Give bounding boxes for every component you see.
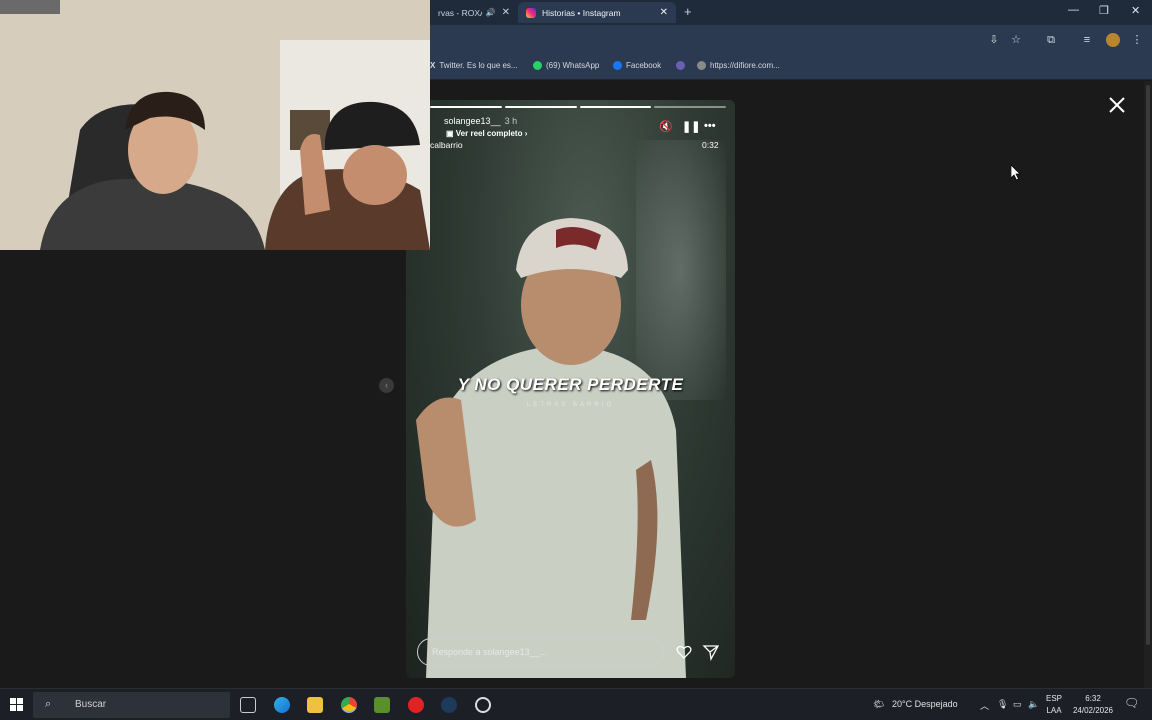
file-explorer-icon[interactable] — [307, 697, 323, 713]
profile-avatar[interactable] — [1106, 33, 1120, 47]
media-control-icon[interactable]: ≡ — [1080, 33, 1094, 47]
globe-icon — [697, 61, 706, 70]
lyric-caption: Y NO QUERER PERDERTE — [457, 375, 684, 394]
story-music-label[interactable]: calbarrio — [430, 140, 463, 150]
streaming-app-icon[interactable] — [408, 697, 424, 713]
progress-segment — [430, 106, 502, 108]
clock-date: 24/02/2026 — [1072, 706, 1114, 715]
progress-segment — [654, 106, 726, 108]
story-header: solangee13__ 3 h — [444, 116, 517, 126]
x-icon: X — [430, 61, 436, 70]
task-view-icon[interactable] — [240, 697, 256, 713]
system-clock[interactable]: 6:32 24/02/2026 — [1066, 693, 1120, 717]
tab-roxana[interactable]: rvas - ROXANA 🔊 ✕ — [430, 2, 518, 23]
bookmark-difiore[interactable]: https://difiore.com... — [697, 61, 780, 70]
reel-link-label: Ver reel completo — [455, 129, 523, 138]
shield-icon — [676, 61, 685, 70]
volume-icon[interactable]: 🔈 — [1028, 699, 1039, 710]
nvidia-icon[interactable] — [374, 697, 390, 713]
clock-time: 6:32 — [1085, 694, 1101, 703]
steam-icon[interactable] — [441, 697, 457, 713]
chevron-right-icon: › — [522, 129, 528, 138]
install-app-icon[interactable]: ⇩ — [987, 33, 1001, 47]
facebook-icon — [613, 61, 622, 70]
story-duration: 0:32 — [702, 140, 719, 150]
lyric-watermark: LETRAS BARRIO — [526, 402, 614, 408]
previous-story-button[interactable]: ‹ — [379, 378, 394, 393]
close-window-button[interactable]: ✕ — [1131, 4, 1140, 17]
chevron-up-icon[interactable]: ︿ — [980, 699, 989, 712]
scrollbar-thumb[interactable] — [1146, 85, 1150, 645]
instagram-icon — [526, 7, 536, 18]
bookmark-label: Facebook — [626, 61, 662, 70]
heart-icon[interactable] — [675, 643, 693, 661]
muted-speaker-icon[interactable]: 🔇 — [659, 120, 673, 133]
reply-input[interactable]: Responde a solangee13__... — [417, 638, 664, 666]
search-icon: ⌕ — [45, 698, 52, 710]
maximize-button[interactable]: ❐ — [1099, 4, 1109, 17]
story-username[interactable]: solangee13__ — [444, 116, 501, 126]
story-progress-bar — [430, 106, 726, 108]
menu-icon[interactable]: ⋮ — [1130, 33, 1144, 47]
taskbar-search-input[interactable]: ⌕ Buscar — [33, 692, 230, 718]
webcam-overlay — [0, 0, 430, 250]
tab-label: rvas - ROXANA — [438, 7, 482, 18]
reel-icon: ▣ — [446, 129, 456, 138]
close-tab-icon[interactable]: ✕ — [502, 7, 510, 18]
notifications-icon[interactable]: 🗨 — [1124, 696, 1139, 710]
pause-icon[interactable]: ❚❚ — [682, 120, 700, 133]
bookmark-facebook[interactable]: Facebook — [613, 61, 661, 70]
bookmark-whatsapp[interactable]: (69) WhatsApp — [533, 61, 599, 70]
more-options-icon[interactable]: ••• — [704, 120, 716, 132]
tab-instagram-stories[interactable]: Historias • Instagram ✕ — [518, 2, 676, 23]
close-stories-icon[interactable] — [1108, 96, 1126, 114]
story-time: 3 h — [504, 116, 518, 126]
close-tab-icon[interactable]: ✕ — [660, 7, 668, 18]
minimize-button[interactable]: — — [1068, 4, 1079, 16]
obs-icon[interactable] — [475, 697, 491, 713]
microphone-icon[interactable]: 🎙 — [997, 699, 1008, 710]
weather-label[interactable]: 20°C Despejado — [892, 699, 958, 709]
language-indicator[interactable]: ESP LAA — [1040, 693, 1068, 717]
new-tab-button[interactable]: + — [684, 4, 692, 19]
page-scrollbar[interactable] — [1144, 81, 1152, 688]
send-icon[interactable] — [702, 643, 720, 661]
whatsapp-icon — [533, 61, 542, 70]
progress-segment — [579, 106, 652, 108]
bookmark-shield[interactable] — [676, 61, 689, 70]
windows-start-icon[interactable] — [10, 698, 23, 711]
language-code: ESP — [1045, 694, 1062, 703]
edge-icon[interactable] — [274, 697, 290, 713]
speaker-icon[interactable]: 🔊 — [486, 8, 496, 17]
bookmark-star-icon[interactable]: ☆ — [1009, 33, 1023, 47]
network-icon[interactable]: ▭ — [1013, 699, 1022, 710]
view-full-reel-link[interactable]: ▣ Ver reel completo › — [446, 129, 527, 138]
bookmark-label: (69) WhatsApp — [546, 61, 600, 70]
windows-taskbar: ⌕ Buscar 🌤 20°C Despejado ︿ 🎙 ▭ 🔈 ESP LA… — [0, 688, 1152, 720]
bookmark-twitter[interactable]: X Twitter. Es lo que es... — [430, 61, 518, 70]
story-viewer[interactable]: solangee13__ 3 h ▣ Ver reel completo › ca… — [406, 100, 735, 678]
chrome-icon[interactable] — [341, 697, 357, 713]
mouse-cursor-icon — [1011, 165, 1021, 181]
bookmark-label: https://difiore.com... — [710, 61, 780, 70]
bookmark-label: Twitter. Es lo que es... — [439, 61, 518, 70]
keyboard-layout: LAA — [1046, 706, 1062, 715]
extensions-icon[interactable]: ⧉ — [1044, 33, 1058, 47]
screen: rvas - ROXANA 🔊 ✕ Historias • Instagram … — [0, 0, 1152, 720]
progress-segment — [504, 106, 577, 108]
weather-icon[interactable]: 🌤 — [873, 699, 884, 710]
tab-label: Historias • Instagram — [542, 7, 621, 18]
search-placeholder: Buscar — [75, 699, 107, 710]
webcam-image — [0, 0, 430, 250]
